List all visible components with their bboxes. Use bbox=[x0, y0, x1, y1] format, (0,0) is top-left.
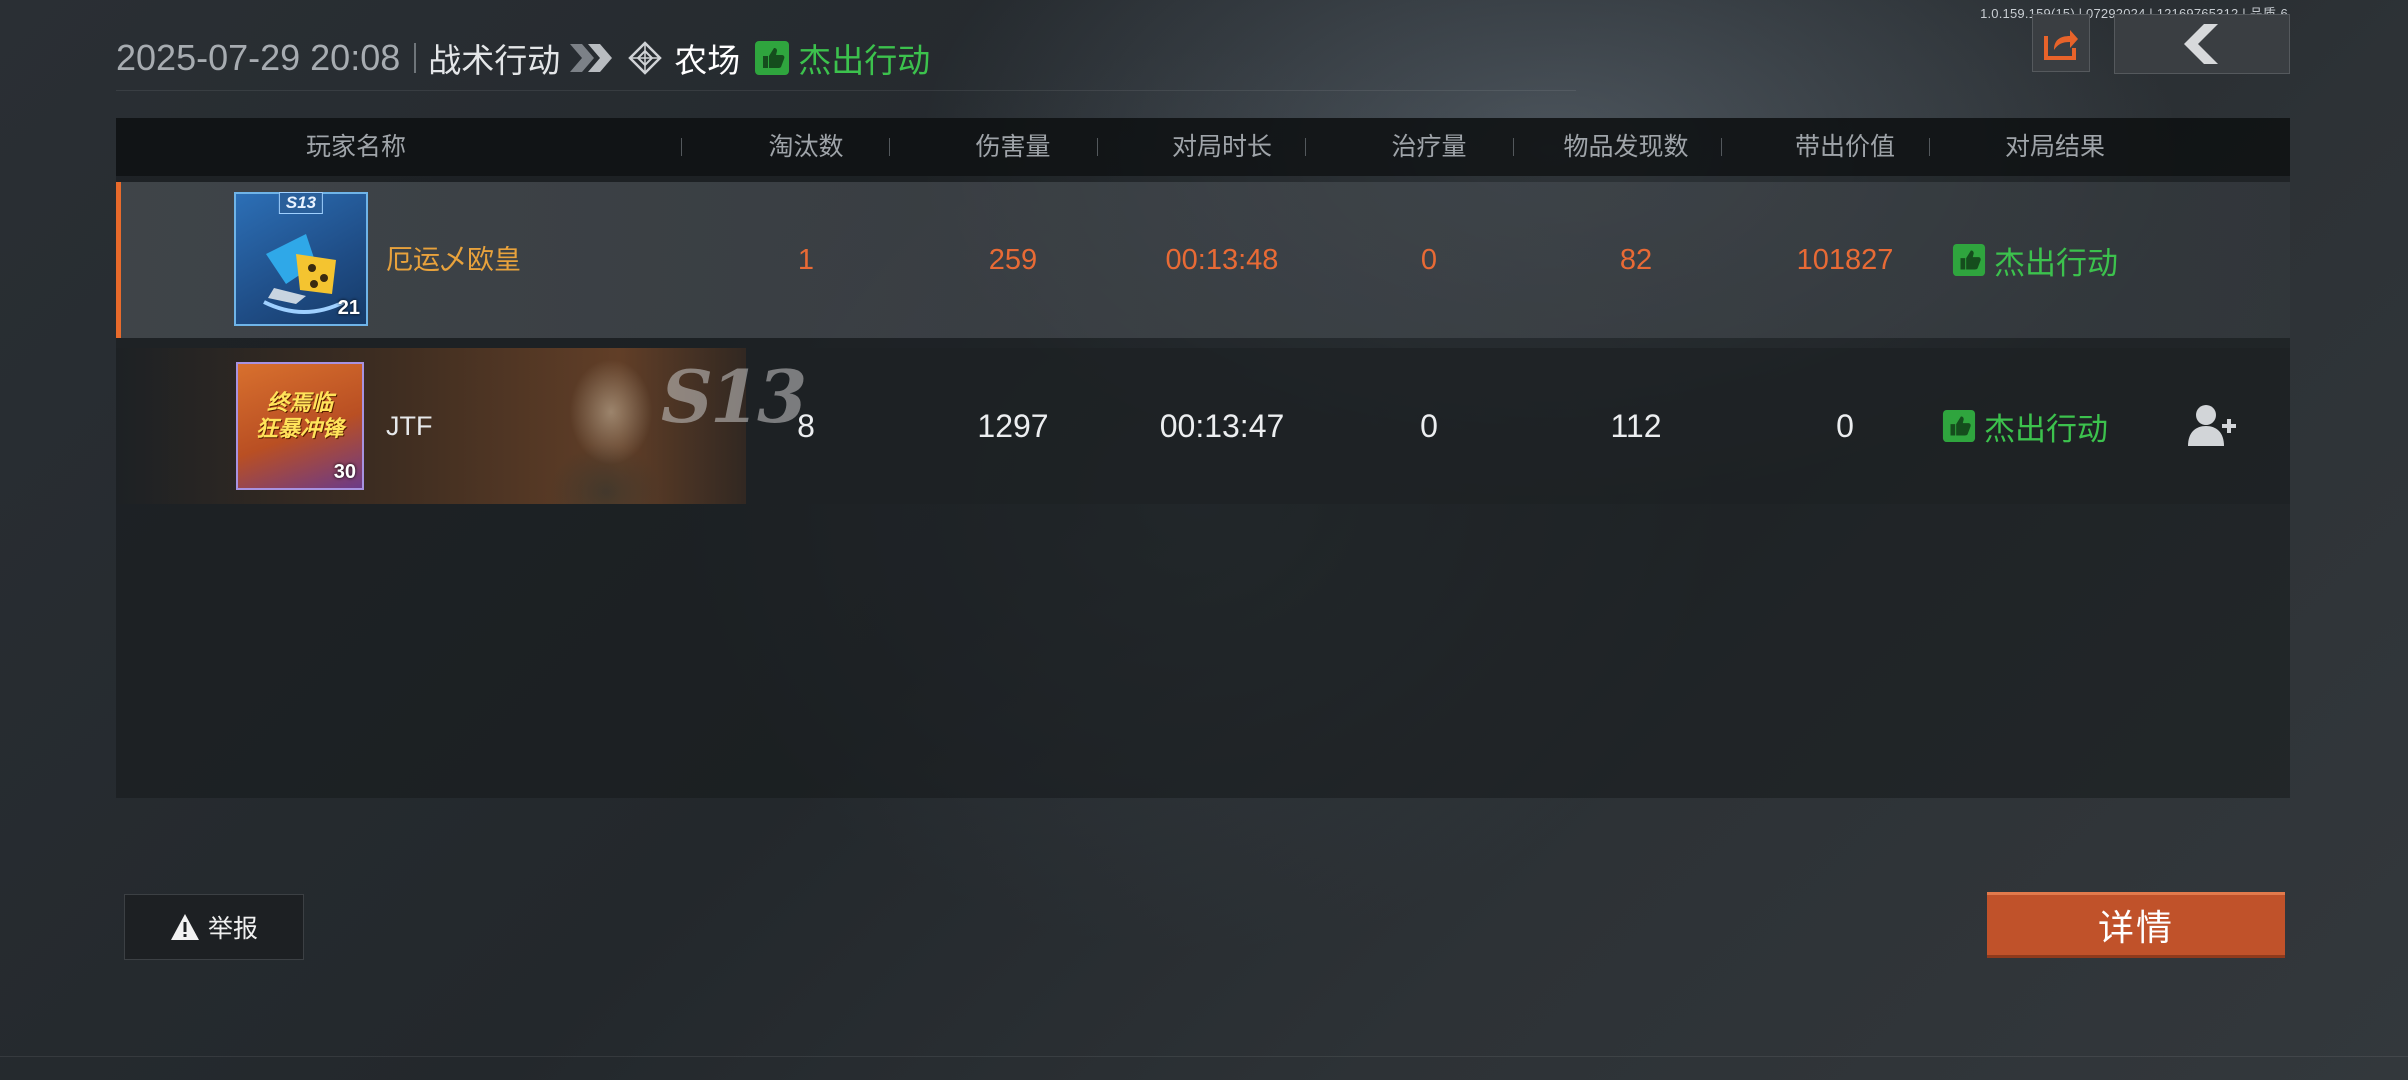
back-button[interactable] bbox=[2114, 14, 2290, 74]
column-header-duration: 对局时长 bbox=[1171, 133, 1272, 161]
thumbs-up-icon bbox=[1952, 243, 1986, 277]
table-row[interactable]: S13 21 厄运乄欧皇 1 259 00:13:48 0 82 101827 … bbox=[116, 182, 2290, 338]
healing-value: 0 bbox=[1420, 244, 1438, 276]
player-name[interactable]: 厄运乄欧皇 bbox=[386, 182, 521, 338]
duration-value: 00:13:48 bbox=[1165, 244, 1279, 276]
match-header: 2025-07-29 20:08 战术行动 农场 杰出行动 bbox=[116, 34, 930, 82]
match-result-text: 杰出行动 bbox=[1984, 411, 2108, 447]
report-button[interactable]: 举报 bbox=[124, 894, 304, 960]
share-button[interactable] bbox=[2032, 14, 2090, 72]
match-result-text: 杰出行动 bbox=[798, 42, 931, 79]
player-level: 30 bbox=[333, 461, 356, 483]
map-name: 农场 bbox=[674, 42, 741, 79]
match-result-badge: 杰出行动 bbox=[1942, 348, 2108, 504]
header-divider bbox=[414, 43, 417, 73]
share-icon bbox=[2044, 30, 2078, 60]
extract-value: 0 bbox=[1836, 408, 1854, 444]
avatar[interactable]: S13 21 bbox=[234, 192, 368, 326]
column-header-player-name: 玩家名称 bbox=[305, 133, 406, 161]
column-header-eliminations: 淘汰数 bbox=[768, 133, 844, 161]
warning-icon bbox=[170, 914, 199, 940]
eliminations-value: 8 bbox=[797, 408, 815, 444]
column-divider bbox=[1513, 138, 1514, 156]
player-name[interactable]: JTF bbox=[386, 348, 433, 504]
damage-value: 1297 bbox=[977, 408, 1049, 444]
duration-value: 00:13:47 bbox=[1159, 408, 1285, 444]
column-divider bbox=[1929, 138, 1930, 156]
scoreboard-table: 玩家名称 淘汰数 伤害量 对局时长 治疗量 物品发现数 带出价值 对局结果 S1… bbox=[116, 118, 2290, 798]
column-divider bbox=[1305, 138, 1306, 156]
table-header: 玩家名称 淘汰数 伤害量 对局时长 治疗量 物品发现数 带出价值 对局结果 bbox=[116, 118, 2290, 176]
header-rule bbox=[116, 90, 1576, 91]
damage-value: 259 bbox=[988, 244, 1038, 276]
eliminations-value: 1 bbox=[797, 244, 815, 276]
thumbs-up-icon bbox=[755, 41, 790, 75]
game-mode: 战术行动 bbox=[428, 42, 561, 79]
avatar-caption: 终焉临 狂暴冲锋 bbox=[255, 390, 344, 441]
items-found-value: 112 bbox=[1610, 408, 1662, 444]
column-header-match-result: 对局结果 bbox=[2004, 133, 2105, 161]
player-level: 21 bbox=[337, 297, 360, 319]
column-divider bbox=[1097, 138, 1098, 156]
column-header-extract-value: 带出价值 bbox=[1794, 133, 1895, 161]
self-row-accent bbox=[116, 182, 121, 338]
column-divider bbox=[681, 138, 682, 156]
double-chevron-icon bbox=[570, 44, 613, 72]
column-header-damage: 伤害量 bbox=[975, 133, 1051, 161]
match-result-text: 杰出行动 bbox=[1994, 245, 2118, 281]
details-label: 详情 bbox=[2097, 907, 2174, 948]
table-row[interactable]: S13 终焉临 狂暴冲锋 30 JTF 8 1297 00:13:47 0 11… bbox=[116, 348, 2290, 504]
map-location-icon bbox=[628, 41, 663, 75]
column-header-healing: 治疗量 bbox=[1391, 133, 1467, 161]
bottom-divider bbox=[0, 1056, 2408, 1057]
match-result-badge: 杰出行动 bbox=[1952, 182, 2118, 338]
thumbs-up-icon bbox=[1942, 409, 1976, 443]
column-divider bbox=[889, 138, 890, 156]
add-friend-icon[interactable] bbox=[2186, 400, 2238, 452]
extract-value: 101827 bbox=[1796, 244, 1894, 276]
items-found-value: 82 bbox=[1619, 244, 1653, 276]
match-datetime: 2025-07-29 20:08 bbox=[116, 37, 401, 78]
chevron-left-icon bbox=[2184, 24, 2218, 64]
column-header-items-found: 物品发现数 bbox=[1563, 133, 1689, 161]
healing-value: 0 bbox=[1420, 408, 1438, 444]
details-button[interactable]: 详情 bbox=[1987, 892, 2285, 958]
avatar[interactable]: 终焉临 狂暴冲锋 30 bbox=[236, 362, 364, 490]
column-divider bbox=[1721, 138, 1722, 156]
season-badge: S13 bbox=[278, 192, 324, 214]
match-result-badge: 杰出行动 bbox=[754, 34, 930, 82]
report-label: 举报 bbox=[207, 915, 258, 943]
